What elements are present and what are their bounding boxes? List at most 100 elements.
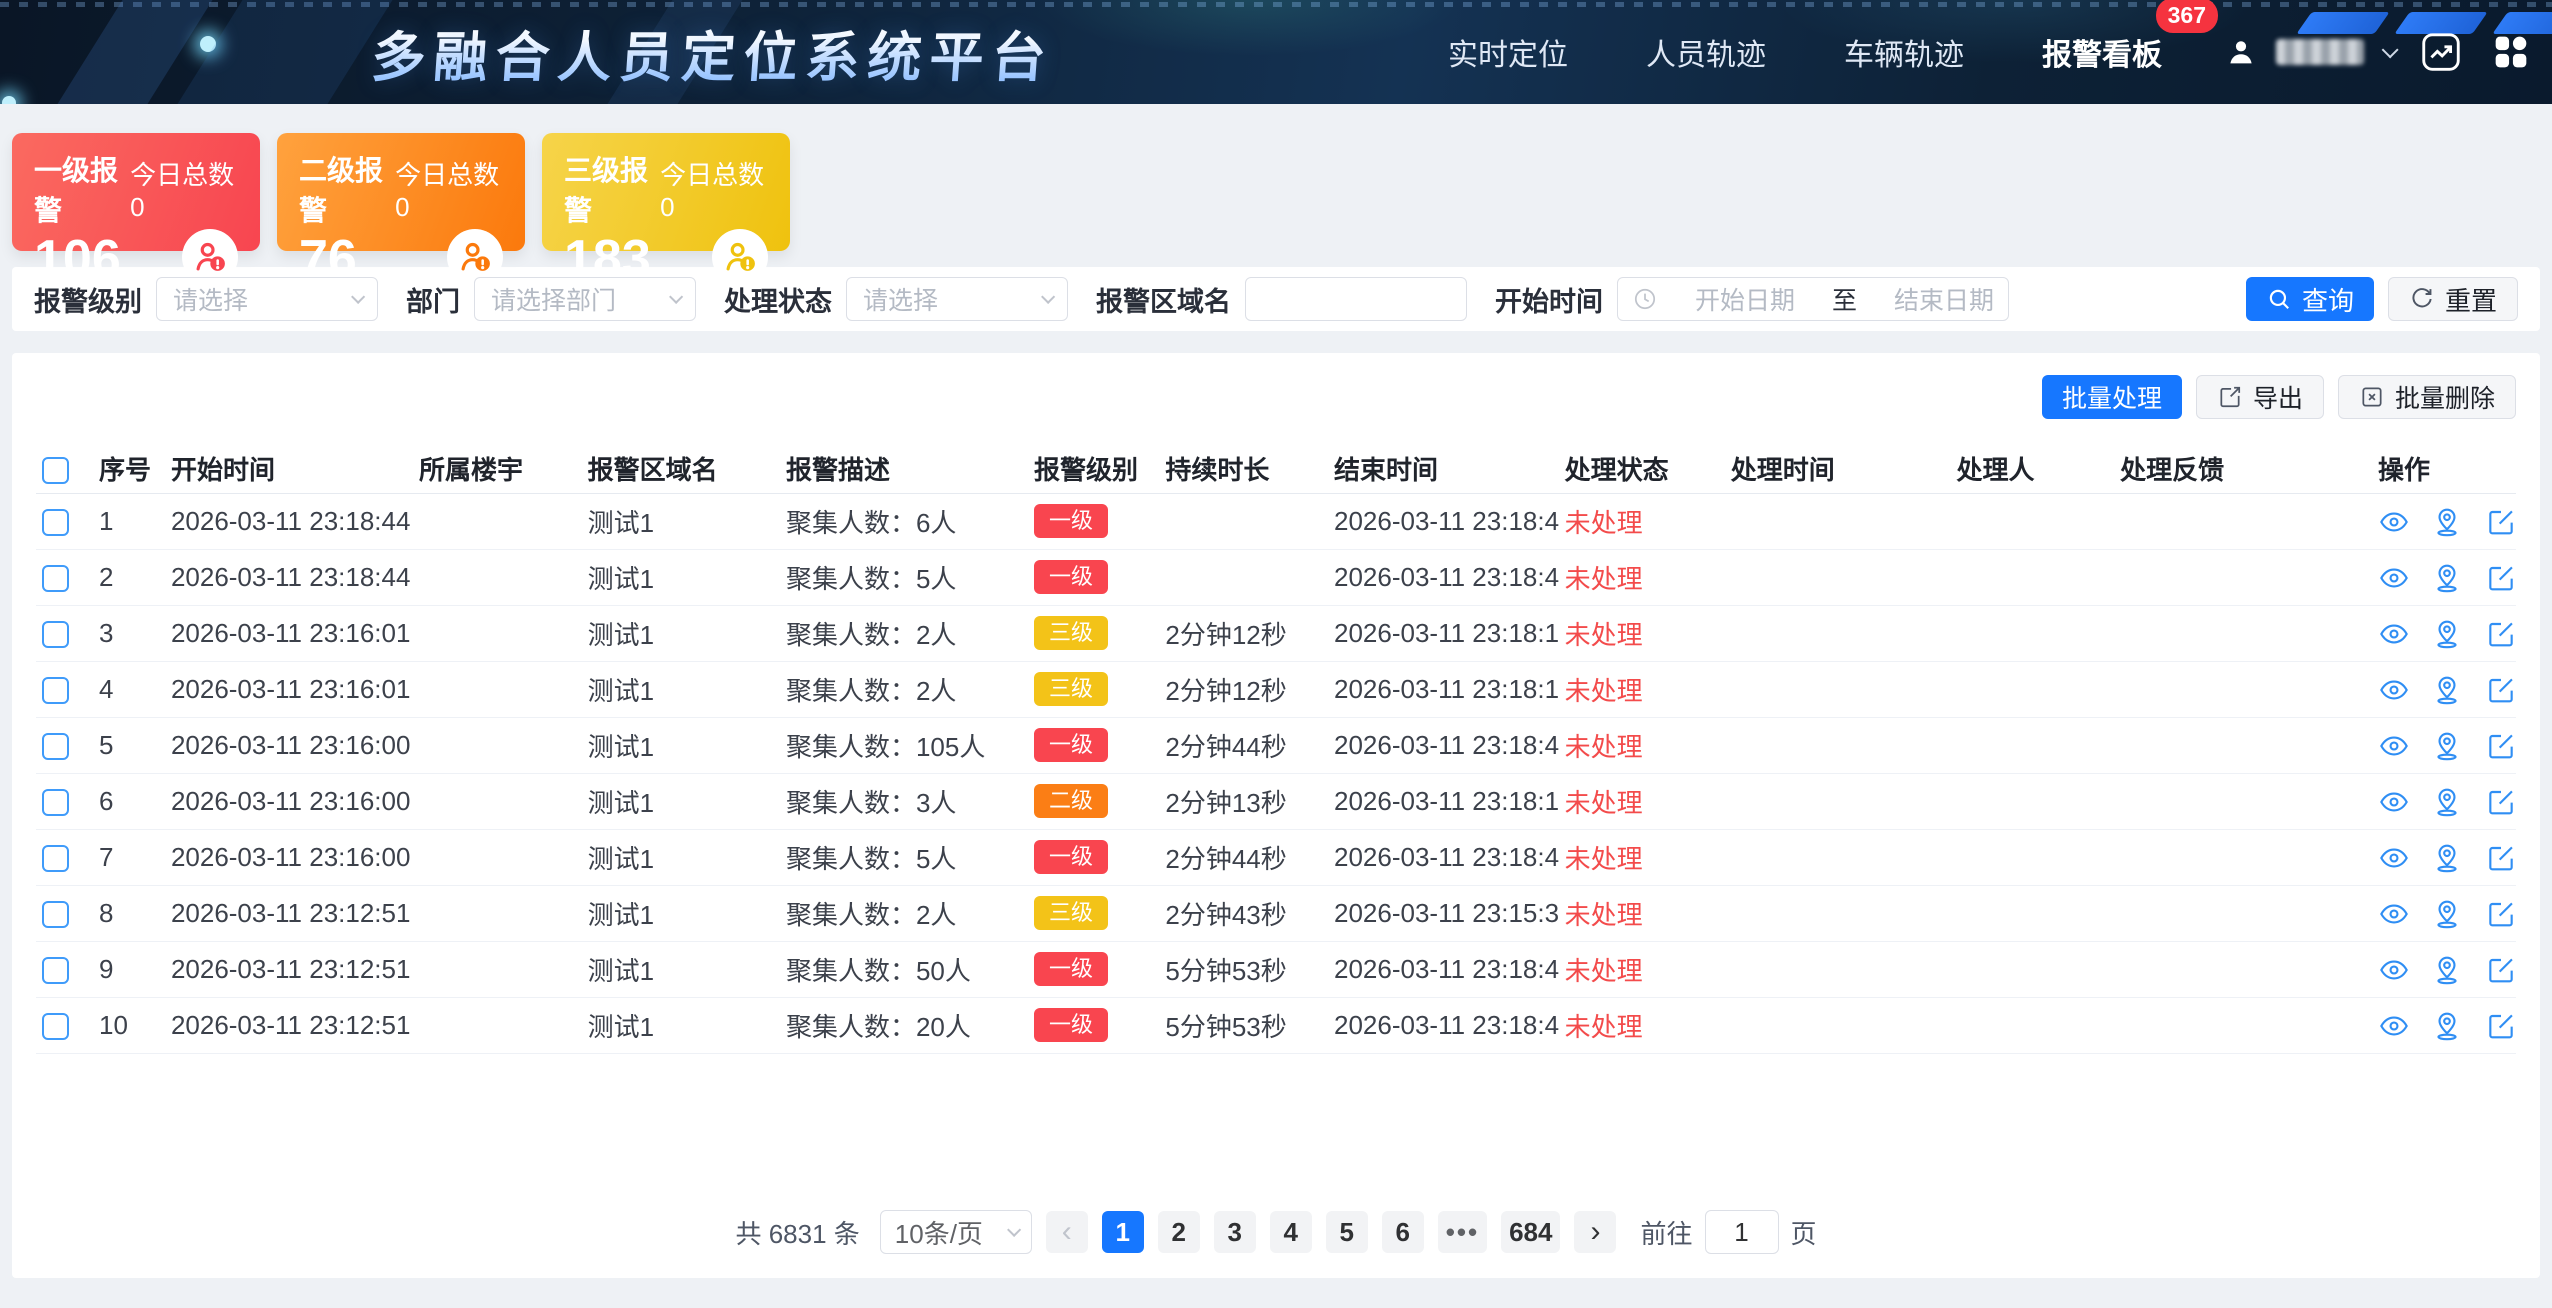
app-header: 多融合人员定位系统平台 实时定位人员轨迹车辆轨迹报警看板367 bbox=[0, 0, 2552, 104]
cell-operations bbox=[2372, 885, 2516, 941]
location-pin-icon[interactable] bbox=[2431, 506, 2463, 538]
nav-item-4[interactable]: 报警看板367 bbox=[2040, 22, 2164, 82]
row-checkbox[interactable] bbox=[42, 789, 69, 816]
cell-end-time: 2026-03-11 23:18:13 bbox=[1328, 605, 1559, 661]
next-page-button[interactable]: › bbox=[1574, 1211, 1616, 1253]
export-button[interactable]: 导出 bbox=[2196, 375, 2324, 419]
eye-icon[interactable] bbox=[2378, 562, 2410, 594]
apps-grid-icon[interactable] bbox=[2488, 29, 2534, 75]
table-header-row: 序号开始时间所属楼宇报警区域名报警描述报警级别持续时长结束时间处理状态处理时间处… bbox=[36, 445, 2516, 493]
range-separator: 至 bbox=[1832, 281, 1857, 317]
select-all-checkbox[interactable] bbox=[42, 457, 69, 484]
row-checkbox[interactable] bbox=[42, 1013, 69, 1040]
location-pin-icon[interactable] bbox=[2431, 562, 2463, 594]
nav-item-label: 人员轨迹 bbox=[1646, 39, 1766, 72]
cell-operations bbox=[2372, 997, 2516, 1053]
location-pin-icon[interactable] bbox=[2431, 954, 2463, 986]
location-pin-icon[interactable] bbox=[2431, 730, 2463, 762]
goto-label: 前往 bbox=[1640, 1214, 1692, 1251]
row-checkbox[interactable] bbox=[42, 509, 69, 536]
table-row: 22026-03-11 23:18:44测试1聚集人数：5人一级2026-03-… bbox=[36, 549, 2516, 605]
reset-button[interactable]: 重置 bbox=[2388, 277, 2518, 321]
chevron-down-icon[interactable] bbox=[2382, 41, 2399, 58]
cell-checkbox bbox=[36, 549, 93, 605]
batch-delete-button[interactable]: 批量删除 bbox=[2338, 375, 2516, 419]
alarm-level-select[interactable]: 请选择 bbox=[156, 277, 378, 321]
area-name-input[interactable] bbox=[1245, 277, 1467, 321]
column-header-3: 所属楼宇 bbox=[413, 445, 582, 493]
pagination-page-2[interactable]: 2 bbox=[1158, 1211, 1200, 1253]
pagination-page-5[interactable]: 5 bbox=[1326, 1211, 1368, 1253]
edit-icon[interactable] bbox=[2485, 674, 2516, 706]
edit-icon[interactable] bbox=[2485, 618, 2516, 650]
cell-checkbox bbox=[36, 773, 93, 829]
pagination-page-684[interactable]: 684 bbox=[1501, 1211, 1560, 1253]
department-select[interactable]: 请选择部门 bbox=[474, 277, 696, 321]
card-count: 106 bbox=[34, 233, 121, 285]
page-size-select[interactable]: 10条/页 bbox=[880, 1210, 1032, 1254]
pagination-page-1[interactable]: 1 bbox=[1102, 1211, 1144, 1253]
pagination-page-6[interactable]: 6 bbox=[1382, 1211, 1424, 1253]
page-list: 123456 ••• 684 bbox=[1102, 1211, 1561, 1253]
edit-icon[interactable] bbox=[2485, 562, 2516, 594]
batch-delete-label: 批量删除 bbox=[2395, 379, 2495, 415]
row-checkbox[interactable] bbox=[42, 845, 69, 872]
search-button[interactable]: 查询 bbox=[2246, 277, 2374, 321]
cell-checkbox bbox=[36, 829, 93, 885]
nav-item-3[interactable]: 车辆轨迹 bbox=[1842, 22, 1966, 82]
status-text: 未处理 bbox=[1565, 620, 1643, 650]
cell-duration: 2分钟44秒 bbox=[1159, 829, 1328, 885]
pagination-page-4[interactable]: 4 bbox=[1270, 1211, 1312, 1253]
row-checkbox[interactable] bbox=[42, 565, 69, 592]
pagination-more[interactable]: ••• bbox=[1438, 1211, 1487, 1253]
nav-item-1[interactable]: 实时定位 bbox=[1446, 22, 1570, 82]
edit-icon[interactable] bbox=[2485, 730, 2516, 762]
row-checkbox[interactable] bbox=[42, 901, 69, 928]
cell-checkbox bbox=[36, 605, 93, 661]
pagination-page-3[interactable]: 3 bbox=[1214, 1211, 1256, 1253]
start-time-label: 开始时间 bbox=[1495, 280, 1603, 319]
row-checkbox[interactable] bbox=[42, 677, 69, 704]
location-pin-icon[interactable] bbox=[2431, 898, 2463, 930]
goto-page-input[interactable]: 1 bbox=[1705, 1210, 1779, 1254]
chart-icon[interactable] bbox=[2418, 29, 2464, 75]
batch-process-button[interactable]: 批量处理 bbox=[2042, 375, 2182, 419]
cell-end-time: 2026-03-11 23:18:44 bbox=[1328, 997, 1559, 1053]
eye-icon[interactable] bbox=[2378, 842, 2410, 874]
edit-icon[interactable] bbox=[2485, 1010, 2516, 1042]
date-range-picker[interactable]: 开始日期 至 结束日期 bbox=[1617, 277, 2009, 321]
row-checkbox[interactable] bbox=[42, 621, 69, 648]
row-checkbox[interactable] bbox=[42, 733, 69, 760]
cell-area: 测试1 bbox=[582, 941, 780, 997]
eye-icon[interactable] bbox=[2378, 674, 2410, 706]
cell-process-time bbox=[1725, 941, 1951, 997]
cell-duration: 2分钟13秒 bbox=[1159, 773, 1328, 829]
location-pin-icon[interactable] bbox=[2431, 674, 2463, 706]
location-pin-icon[interactable] bbox=[2431, 618, 2463, 650]
cell-end-time: 2026-03-11 23:18:44 bbox=[1328, 717, 1559, 773]
table-row: 52026-03-11 23:16:00测试1聚集人数：105人一级2分钟44秒… bbox=[36, 717, 2516, 773]
edit-icon[interactable] bbox=[2485, 842, 2516, 874]
edit-icon[interactable] bbox=[2485, 786, 2516, 818]
nav-item-2[interactable]: 人员轨迹 bbox=[1644, 22, 1768, 82]
location-pin-icon[interactable] bbox=[2431, 1010, 2463, 1042]
edit-icon[interactable] bbox=[2485, 506, 2516, 538]
status-text: 未处理 bbox=[1565, 564, 1643, 594]
prev-page-button[interactable]: ‹ bbox=[1046, 1211, 1088, 1253]
eye-icon[interactable] bbox=[2378, 618, 2410, 650]
eye-icon[interactable] bbox=[2378, 1010, 2410, 1042]
eye-icon[interactable] bbox=[2378, 506, 2410, 538]
location-pin-icon[interactable] bbox=[2431, 786, 2463, 818]
location-pin-icon[interactable] bbox=[2431, 842, 2463, 874]
eye-icon[interactable] bbox=[2378, 786, 2410, 818]
eye-icon[interactable] bbox=[2378, 730, 2410, 762]
cell-level: 一级 bbox=[1028, 829, 1159, 885]
edit-icon[interactable] bbox=[2485, 954, 2516, 986]
row-checkbox[interactable] bbox=[42, 957, 69, 984]
eye-icon[interactable] bbox=[2378, 898, 2410, 930]
cell-duration bbox=[1159, 493, 1328, 549]
eye-icon[interactable] bbox=[2378, 954, 2410, 986]
edit-icon[interactable] bbox=[2485, 898, 2516, 930]
status-text: 未处理 bbox=[1565, 676, 1643, 706]
process-status-select[interactable]: 请选择 bbox=[846, 277, 1068, 321]
